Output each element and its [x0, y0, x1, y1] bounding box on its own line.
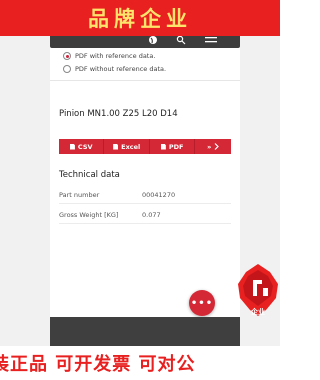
frame-left — [0, 36, 50, 346]
row-divider — [59, 203, 231, 204]
technical-data-title: Technical data — [59, 170, 120, 180]
download-pdf-button[interactable]: PDF — [150, 139, 196, 154]
file-icon — [113, 143, 119, 150]
radio-unchecked[interactable] — [63, 65, 71, 73]
globe-icon[interactable] — [148, 36, 158, 45]
more-label: » — [207, 142, 212, 151]
phone-screen: PDF with reference data. PDF without ref… — [50, 36, 240, 346]
divider — [50, 80, 240, 81]
app-footer — [50, 317, 240, 346]
file-icon — [160, 143, 166, 150]
app-header — [50, 36, 240, 48]
export-option-label: PDF without reference data. — [75, 65, 167, 73]
menu-icon[interactable] — [205, 36, 217, 45]
product-title: Pinion MN1.00 Z25 L20 D14 — [59, 109, 178, 119]
badge-text: 企业 — [251, 308, 265, 316]
search-icon[interactable] — [176, 36, 186, 45]
promo-top-text: 品牌企业 — [88, 7, 192, 31]
promo-banner-top: 品牌企业 — [0, 0, 280, 36]
export-option-label: PDF with reference data. — [75, 52, 156, 60]
chevron-right-icon — [214, 143, 220, 150]
download-pdf-label: PDF — [168, 142, 184, 151]
more-actions-fab[interactable]: ••• — [189, 290, 215, 316]
promo-bottom-text: 装正品 可开发票 可对公 — [0, 354, 196, 375]
fab-dots-icon: ••• — [190, 297, 214, 309]
radio-checked[interactable] — [63, 52, 71, 60]
download-more-button[interactable]: » — [195, 139, 231, 154]
technical-row-value: 0.077 — [142, 211, 161, 219]
download-excel-label: Excel — [121, 142, 141, 151]
export-option-without-reference[interactable]: PDF without reference data. — [63, 65, 166, 73]
technical-row-value: 00041270 — [142, 191, 176, 199]
row-divider — [59, 223, 231, 224]
technical-row-label: Gross Weight [KG] — [59, 211, 119, 219]
file-icon — [69, 143, 75, 150]
promo-banner-bottom: 装正品 可开发票 可对公 — [0, 346, 280, 380]
download-excel-button[interactable]: Excel — [104, 139, 150, 154]
export-option-with-reference[interactable]: PDF with reference data. — [63, 52, 155, 60]
technical-row-label: Part number — [59, 191, 100, 199]
download-csv-label: CSV — [77, 142, 93, 151]
enterprise-badge: 企业 — [236, 262, 280, 318]
download-bar: CSV Excel PDF » — [59, 139, 231, 154]
download-csv-button[interactable]: CSV — [59, 139, 105, 154]
